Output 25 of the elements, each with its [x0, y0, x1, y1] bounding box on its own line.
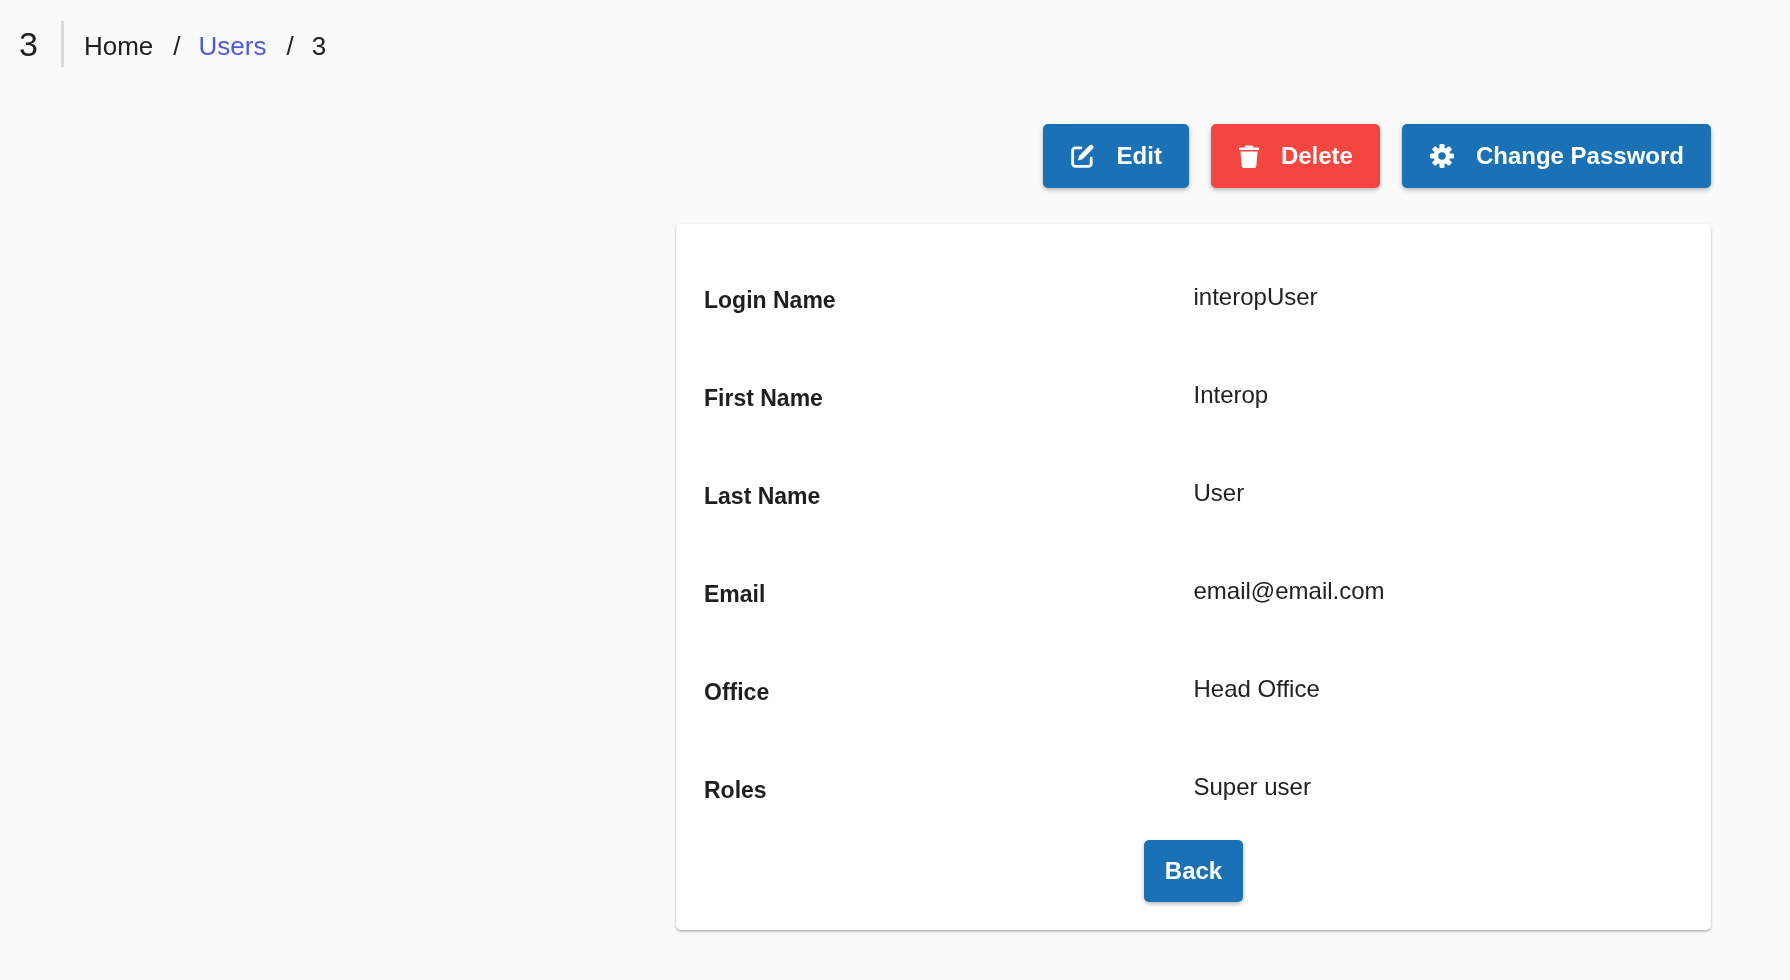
field-value: User — [1193, 478, 1245, 507]
field-label: Email — [704, 580, 766, 608]
field-label: Login Name — [704, 286, 836, 314]
field-label: Office — [704, 678, 770, 706]
field-label: First Name — [704, 384, 823, 412]
delete-button[interactable]: Delete — [1210, 124, 1380, 188]
back-button[interactable]: Back — [1143, 840, 1244, 902]
field-label: Last Name — [704, 482, 821, 510]
page-title: 3 — [19, 24, 38, 64]
field-value: Interop — [1193, 380, 1269, 409]
field-label: Roles — [704, 776, 767, 804]
breadcrumb-separator: / — [173, 30, 181, 62]
breadcrumb-link[interactable]: Users — [198, 30, 267, 62]
trash-icon — [1238, 144, 1259, 168]
breadcrumb-separator: / — [286, 30, 294, 62]
field-value: Head Office — [1193, 674, 1320, 703]
edit-button[interactable]: Edit — [1042, 124, 1189, 188]
breadcrumb-item: Home — [83, 30, 154, 62]
field-value: interopUser — [1193, 282, 1318, 311]
pencil-square-icon — [1070, 144, 1095, 168]
field-value: email@email.com — [1193, 576, 1385, 605]
gear-icon — [1429, 144, 1454, 168]
breadcrumb-item: 3 — [311, 30, 327, 62]
field-value: Super user — [1193, 772, 1311, 801]
change-password-button[interactable]: Change Password — [1401, 124, 1711, 188]
